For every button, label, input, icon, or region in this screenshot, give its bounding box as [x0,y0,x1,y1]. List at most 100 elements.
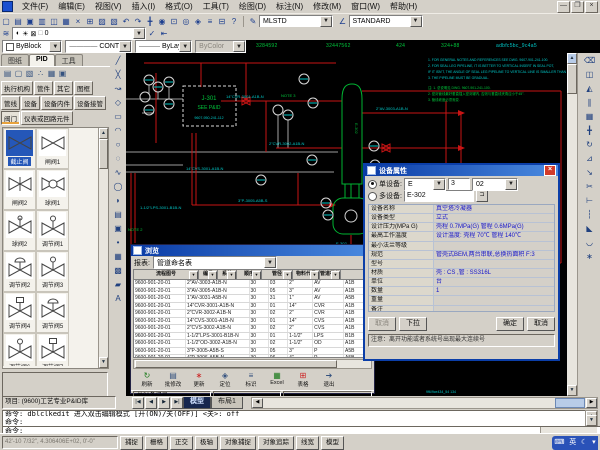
property-row[interactable]: 型号 [369,260,554,269]
scroll-thumb[interactable] [99,139,108,169]
chevron-down-icon[interactable]: ▼ [433,179,445,190]
category-button[interactable]: 执行机构 [1,81,33,95]
chevron-down-icon[interactable]: ▼ [49,41,61,52]
browse-tool-button[interactable]: ↻ 刷新 [135,371,159,389]
report-combo[interactable]: 管道命名表▼ [153,256,277,269]
chevron-down-icon[interactable]: ▼ [410,16,422,27]
pulldown-button[interactable]: 下拉 [399,317,427,331]
polyline-icon[interactable]: ↝ [112,82,124,94]
match-properties-icon[interactable]: ▧ [109,16,120,27]
redo-icon[interactable]: ↷ [133,16,144,27]
symbol-cell[interactable]: 闸阀2 [3,169,36,210]
pan-icon[interactable]: ╋ [145,16,156,27]
revcloud-icon[interactable]: ◌ [112,152,124,164]
offset-icon[interactable]: ∥ [584,96,596,108]
scroll-up-icon[interactable]: ▲ [567,53,577,64]
pipe-table[interactable]: 流程图号▼编号▼系统▼顺序▼管径▼物料代号▼管道等级▼ 9600-901-20-… [133,269,372,358]
filter-chevron-icon[interactable]: ▼ [208,271,217,279]
single-device-radio[interactable] [368,180,377,189]
browse-tool-button[interactable]: ≡ 标识 [239,371,263,389]
category-button[interactable]: 设备内件 [41,96,73,110]
new-item-icon[interactable]: ▢ [13,68,24,79]
lock-icon[interactable]: ⊠ [31,30,37,38]
table-row[interactable]: 9600-901-20-012"CVS-3002-A1B-N 3002 2"CV… [134,325,371,333]
property-row[interactable]: 最高工作温度 设计温度: 壳程 70℃ 管程 140℃ [369,232,554,241]
menu-item[interactable]: 工具(T) [198,1,234,12]
scale-icon[interactable]: ⊿ [584,152,596,164]
symbol-cell[interactable]: 截止阀 [3,128,36,169]
multi-device-radio[interactable] [368,192,377,201]
ime-language-bar[interactable]: ⌨ 英 ☾ ▾ [552,436,598,450]
column-header[interactable]: 管径▼ [262,270,293,279]
symbol-cell[interactable]: 球阀2 [3,210,36,251]
command-scrollbar[interactable]: ▲ ▼ [585,410,598,427]
minimize-button[interactable]: — [557,1,570,13]
column-header[interactable]: 顺序▼ [237,270,262,279]
symbol-cell[interactable]: 调节阀1 [36,210,69,251]
command-history[interactable]: 命令: dblclkedit 进入双击编辑模式 [开(ON)/关(OFF)] <… [2,410,592,427]
symbol-cell[interactable]: 调节阀2 [3,251,36,292]
stretch-icon[interactable]: ↘ [584,166,596,178]
symbol-cell[interactable]: 调节阀4 [3,292,36,333]
cut-icon[interactable]: × [73,16,84,27]
canvas-scrollbar[interactable]: ▲ ▼ [567,53,577,396]
scroll-left-icon[interactable]: ◀ [252,398,263,408]
publish-icon[interactable]: ▦ [61,16,72,27]
close-icon[interactable]: × [544,165,556,176]
make-object-layer-current-icon[interactable]: ✓ [147,28,158,39]
tab-model[interactable]: 模型 [183,397,211,409]
ime-lang-icon[interactable]: 英 [569,437,576,449]
tab-tools[interactable]: 工具 [55,54,83,66]
scroll-up-icon[interactable]: ▲ [99,128,108,139]
edit-item-icon[interactable]: ▧ [24,68,35,79]
find-icon[interactable]: ◈ [193,16,204,27]
table-row[interactable]: 9600-901-20-012"CVR-3002-A1B-N 3002 2"CV… [134,310,371,318]
column-header[interactable]: 物料代号▼ [293,270,320,279]
device-unit-field[interactable]: 3 [448,178,470,190]
properties-icon[interactable]: ≡ [205,16,216,27]
sun-icon[interactable]: ☀ [22,30,28,38]
dialog-title-bar[interactable]: 设备属性 × [365,165,558,176]
structure-icon[interactable]: ∴ [35,68,46,79]
new-icon[interactable]: ▢ [1,16,12,27]
undo-icon[interactable]: ↶ [121,16,132,27]
menu-item[interactable]: 编辑(E) [53,1,90,12]
menu-item[interactable]: 标注(N) [271,1,308,12]
chevron-down-icon[interactable]: ▼ [505,179,517,190]
symbol-cell[interactable]: 调节阀6 [3,333,36,366]
lineweight-combo[interactable]: ——— ByLayer▼ [135,40,192,53]
spline-icon[interactable]: ∿ [112,166,124,178]
break-icon[interactable]: ┆ [584,208,596,220]
browse-tool-button[interactable]: ▤ 批修改 [161,371,185,389]
table-row[interactable]: 9600-901-20-011"AV-3031-A5B-N 3031 1"AV … [134,295,371,303]
restore-button[interactable]: ❐ [571,1,584,13]
layer-combo[interactable]: ◐ ☀ ⊠ □ 0 ▼ [12,27,146,40]
table-row[interactable]: 9600-901-20-0114"CVS-3001-A1B-N 3001 14"… [134,318,371,326]
region-icon[interactable]: ▰ [112,278,124,290]
status-toggle-button[interactable]: 模型 [321,436,344,450]
menu-item[interactable]: 插入(I) [127,1,161,12]
filter-chevron-icon[interactable]: ▼ [331,271,340,279]
prev-tab-icon[interactable]: ◀ [145,397,157,409]
tab-drawing[interactable]: 图纸 [1,54,29,66]
line-icon[interactable]: ╱ [112,54,124,66]
extend-icon[interactable]: ⊢ [584,194,596,206]
canvas-hscrollbar[interactable]: ◀ ▶ [251,397,598,409]
filter-chevron-icon[interactable]: ▼ [189,271,198,279]
zoom-realtime-icon[interactable]: ◉ [157,16,168,27]
plot-icon[interactable]: ▥ [37,16,48,27]
first-tab-icon[interactable]: |◀ [132,397,144,409]
palette-scrollbar[interactable]: ▲ ▼ [98,128,108,368]
tab-pid[interactable]: PID [29,54,55,66]
filter-chevron-icon[interactable]: ▼ [310,271,319,279]
browse-tool-button[interactable]: ▦ Excel [265,371,289,389]
scroll-thumb[interactable] [555,398,585,408]
browse-button[interactable]: ⊐ [476,190,488,202]
property-row[interactable]: 数量 1 [369,287,554,296]
browse-tool-button[interactable]: ⊞ 表格 [291,371,315,389]
plot-preview-icon[interactable]: ◫ [49,16,60,27]
property-row[interactable]: 单位 台 [369,278,554,287]
last-tab-icon[interactable]: ▶| [171,397,183,409]
gradient-icon[interactable]: ▩ [112,264,124,276]
library-icon[interactable]: ▦ [46,68,57,79]
